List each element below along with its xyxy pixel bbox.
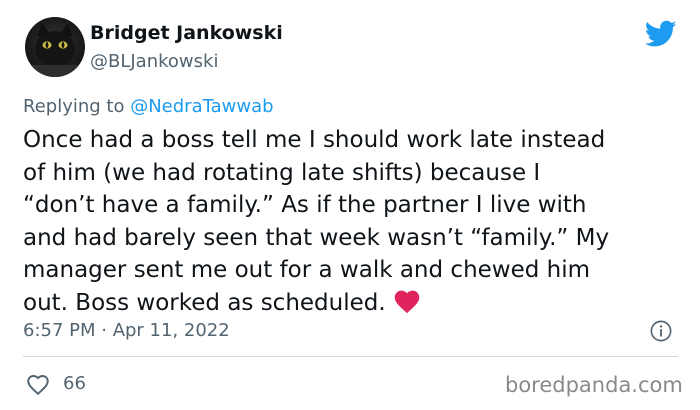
tweet-timestamp[interactable]: 6:57 PM · Apr 11, 2022 <box>23 320 230 341</box>
reply-mention-link[interactable]: @NedraTawwab <box>130 96 273 117</box>
divider <box>23 356 678 357</box>
replying-to-line: Replying to @NedraTawwab <box>23 96 274 117</box>
tweet-text: Once had a boss tell me I should work la… <box>23 127 610 316</box>
boredpanda-watermark: boredpanda.com <box>505 373 683 397</box>
tweet-body: Once had a boss tell me I should work la… <box>23 124 693 319</box>
info-icon[interactable] <box>650 320 672 342</box>
like-count: 66 <box>63 373 86 394</box>
red-heart-emoji-icon <box>394 290 419 313</box>
twitter-bird-icon[interactable] <box>645 20 677 48</box>
author-display-name[interactable]: Bridget Jankowski <box>90 22 283 44</box>
heart-like-icon[interactable] <box>25 372 51 396</box>
avatar[interactable] <box>25 17 85 77</box>
author-handle[interactable]: @BLJankowski <box>90 51 218 72</box>
black-cat-icon <box>25 23 85 77</box>
replying-to-label: Replying to <box>23 96 131 117</box>
